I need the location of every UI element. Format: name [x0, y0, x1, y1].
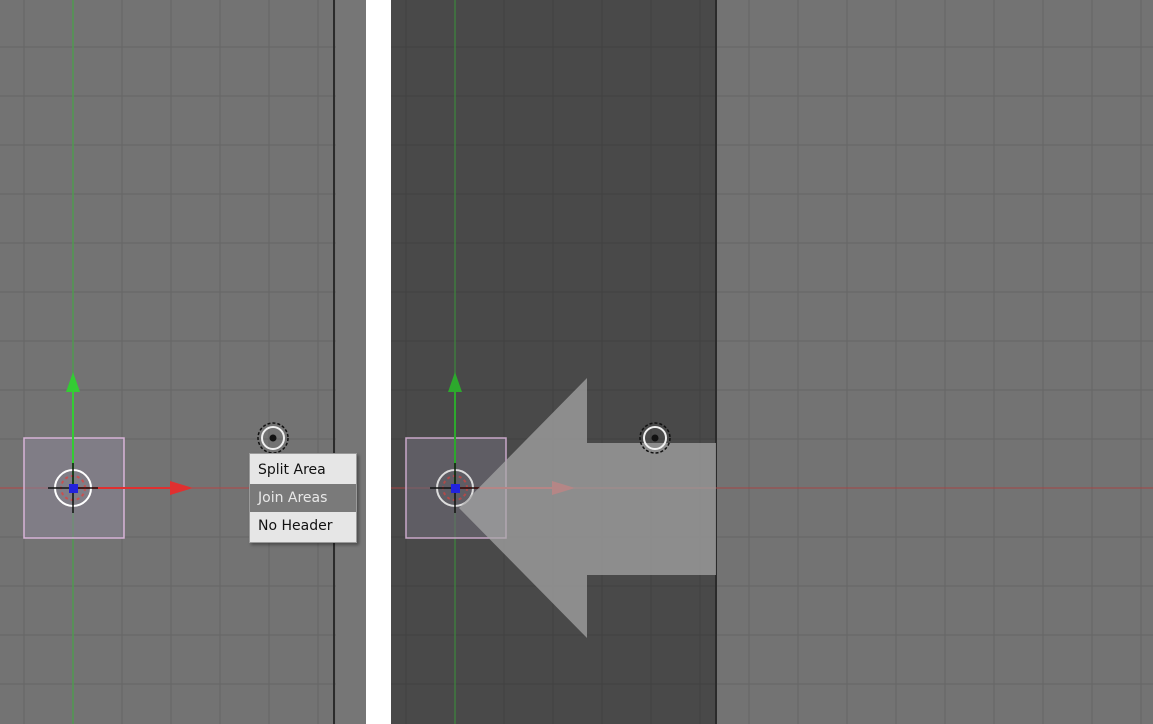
join-areas-menu-item[interactable]: Join Areas	[250, 484, 356, 512]
no-header-menu-item[interactable]: No Header	[250, 512, 356, 540]
object-origin-icon	[69, 484, 78, 493]
pivot-dot-icon	[651, 434, 659, 442]
object-origin-icon	[451, 484, 460, 493]
split-area-menu-item[interactable]: Split Area	[250, 456, 356, 484]
pivot-dot-icon	[269, 434, 277, 442]
adjacent-area-strip	[336, 0, 366, 724]
viewport-background	[0, 0, 366, 724]
darkened-area-overlay	[391, 0, 716, 724]
right-viewport-canvas	[391, 0, 1153, 724]
area-options-menu: Split Area Join Areas No Header	[249, 453, 357, 543]
left-viewport-canvas	[0, 0, 366, 724]
left-viewport[interactable]: Split Area Join Areas No Header	[0, 0, 366, 724]
right-viewport[interactable]	[391, 0, 1153, 724]
